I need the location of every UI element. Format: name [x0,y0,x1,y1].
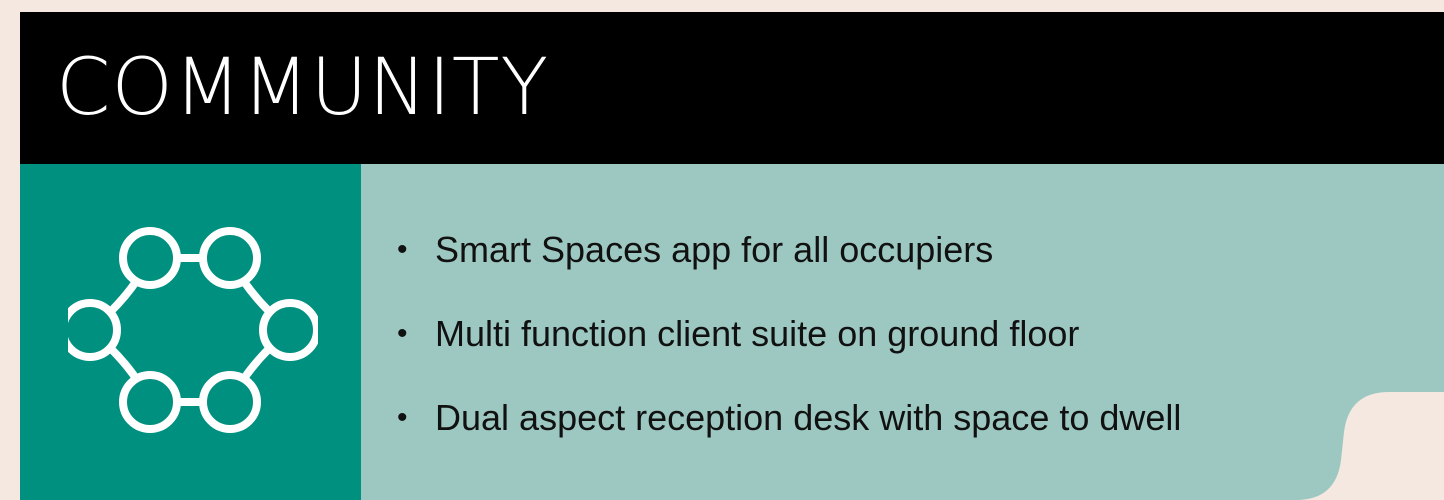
bullet-item: • Smart Spaces app for all occupiers [397,208,1181,292]
bullet-text: Dual aspect reception desk with space to… [435,397,1182,438]
network-node [259,299,318,361]
bullet-text: Smart Spaces app for all occupiers [435,229,994,270]
bullet-dot: • [397,401,408,434]
icon-panel [20,164,361,500]
bullet-text: Multi function client suite on ground fl… [435,313,1080,354]
content-panel: • Smart Spaces app for all occupiers • M… [361,164,1444,500]
bullet-dot: • [397,233,408,266]
network-node [119,371,181,433]
network-node [199,371,261,433]
header-bar: COMMUNITY [20,12,1444,164]
network-node [119,227,181,289]
bullet-dot: • [397,317,408,350]
bullet-item: • Dual aspect reception desk with space … [397,376,1181,460]
network-node [199,227,261,289]
bullet-item: • Multi function client suite on ground … [397,292,1181,376]
community-network-icon [68,227,318,433]
page-title: COMMUNITY [56,43,550,133]
network-node [68,299,121,361]
bullet-list: • Smart Spaces app for all occupiers • M… [397,208,1181,460]
